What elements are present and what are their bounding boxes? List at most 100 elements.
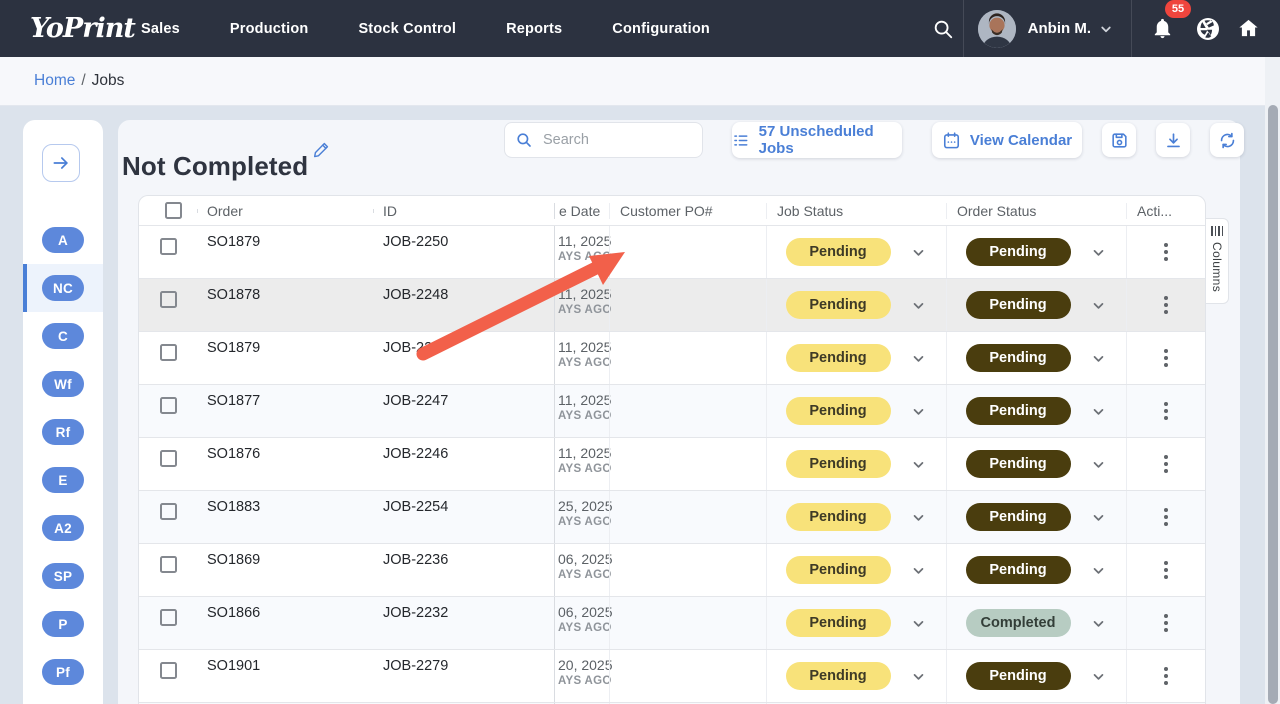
notifications-bell-icon[interactable]: 55 — [1142, 9, 1182, 49]
chevron-down-icon[interactable] — [909, 614, 928, 633]
row-checkbox[interactable] — [160, 662, 177, 679]
row-actions-kebab-icon[interactable] — [1158, 502, 1174, 532]
row-checkbox[interactable] — [160, 344, 177, 361]
nav-item-sales[interactable]: Sales — [141, 21, 180, 37]
scrollbar-thumb[interactable] — [1268, 105, 1278, 704]
order-status-pill[interactable]: Pending — [966, 238, 1071, 266]
table-row[interactable]: SO1879 JOB-2250 11, 2025 AYS AGO Pending… — [139, 226, 1205, 279]
row-actions-kebab-icon[interactable] — [1158, 237, 1174, 267]
row-actions-kebab-icon[interactable] — [1158, 396, 1174, 426]
table-row[interactable]: SO1876 JOB-2246 11, 2025 AYS AGO Pending… — [139, 438, 1205, 491]
job-status-pill[interactable]: Pending — [786, 291, 891, 319]
sidebar-view-nc[interactable]: NC — [23, 264, 103, 312]
chevron-down-icon[interactable] — [1089, 402, 1108, 421]
row-actions-kebab-icon[interactable] — [1158, 661, 1174, 691]
table-row[interactable]: SO1883 JOB-2254 25, 2025 AYS AGO Pending… — [139, 491, 1205, 544]
chevron-down-icon[interactable] — [1089, 243, 1108, 262]
order-status-pill[interactable]: Pending — [966, 291, 1071, 319]
order-status-pill[interactable]: Pending — [966, 662, 1071, 690]
row-actions-kebab-icon[interactable] — [1158, 343, 1174, 373]
refresh-button[interactable] — [1210, 123, 1244, 157]
sidebar-view-c[interactable]: C — [23, 312, 103, 360]
sidebar-view-e[interactable]: E — [23, 456, 103, 504]
order-status-pill[interactable]: Pending — [966, 556, 1071, 584]
order-status-pill[interactable]: Pending — [966, 397, 1071, 425]
chevron-down-icon[interactable] — [1089, 296, 1108, 315]
home-icon[interactable] — [1228, 9, 1268, 49]
nav-item-stock-control[interactable]: Stock Control — [358, 21, 456, 37]
nav-item-configuration[interactable]: Configuration — [612, 21, 710, 37]
chevron-down-icon[interactable] — [909, 455, 928, 474]
chevron-down-icon[interactable] — [909, 508, 928, 527]
row-checkbox[interactable] — [160, 450, 177, 467]
select-all-checkbox[interactable] — [165, 202, 182, 219]
row-actions-kebab-icon[interactable] — [1158, 555, 1174, 585]
order-status-pill[interactable]: Pending — [966, 344, 1071, 372]
columns-tab[interactable]: Columns — [1206, 218, 1229, 304]
sidebar-view-sp[interactable]: SP — [23, 552, 103, 600]
job-status-cell: Pending — [766, 438, 946, 490]
sidebar-view-rf[interactable]: Rf — [23, 408, 103, 456]
chevron-down-icon[interactable] — [1089, 508, 1108, 527]
aperture-icon[interactable] — [1188, 9, 1228, 49]
job-status-pill[interactable]: Pending — [786, 397, 891, 425]
chevron-down-icon[interactable] — [909, 349, 928, 368]
chevron-down-icon[interactable] — [1089, 561, 1108, 580]
row-actions-kebab-icon[interactable] — [1158, 449, 1174, 479]
job-status-pill[interactable]: Pending — [786, 238, 891, 266]
table-row[interactable]: SO1866 JOB-2232 06, 2025 AYS AGO Pending… — [139, 597, 1205, 650]
search-input[interactable] — [541, 131, 732, 149]
chevron-down-icon[interactable] — [1089, 455, 1108, 474]
row-checkbox[interactable] — [160, 291, 177, 308]
chevron-down-icon[interactable] — [1089, 614, 1108, 633]
order-status-pill[interactable]: Pending — [966, 503, 1071, 531]
sidebar-view-a2[interactable]: A2 — [23, 504, 103, 552]
view-calendar-button[interactable]: View Calendar — [932, 122, 1082, 158]
table-row[interactable]: SO1879 JOB-22 11, 2025 AYS AGO Pending P… — [139, 332, 1205, 385]
export-download-button[interactable] — [1156, 123, 1190, 157]
job-status-pill[interactable]: Pending — [786, 609, 891, 637]
job-status-pill[interactable]: Pending — [786, 344, 891, 372]
chevron-down-icon[interactable] — [909, 402, 928, 421]
row-checkbox[interactable] — [160, 609, 177, 626]
sidebar-view-a[interactable]: A — [23, 216, 103, 264]
nav-item-reports[interactable]: Reports — [506, 21, 562, 37]
breadcrumb-home-link[interactable]: Home — [34, 72, 75, 90]
chevron-down-icon[interactable] — [909, 243, 928, 262]
table-row[interactable]: SO1877 JOB-2247 11, 2025 AYS AGO Pending… — [139, 385, 1205, 438]
sidebar-view-pf[interactable]: Pf — [23, 648, 103, 696]
job-status-pill[interactable]: Pending — [786, 503, 891, 531]
job-status-pill[interactable]: Pending — [786, 556, 891, 584]
unscheduled-jobs-button[interactable]: 57 Unscheduled Jobs — [732, 122, 902, 158]
row-checkbox[interactable] — [160, 238, 177, 255]
order-status-pill[interactable]: Pending — [966, 450, 1071, 478]
row-checkbox[interactable] — [160, 556, 177, 573]
user-name[interactable]: Anbin M. — [1028, 20, 1091, 37]
job-status-pill[interactable]: Pending — [786, 662, 891, 690]
row-checkbox[interactable] — [160, 397, 177, 414]
nav-item-production[interactable]: Production — [230, 21, 309, 37]
yoprint-logo[interactable]: YoPrint — [30, 13, 125, 44]
chevron-down-icon[interactable] — [909, 561, 928, 580]
table-row[interactable]: SO1901 JOB-2279 20, 2025 AYS AGO Pending… — [139, 650, 1205, 703]
table-row[interactable]: SO1869 JOB-2236 06, 2025 AYS AGO Pending… — [139, 544, 1205, 597]
table-row[interactable]: SO1878 JOB-2248 11, 2025 AYS AGO Pending… — [139, 279, 1205, 332]
chevron-down-icon[interactable] — [1089, 349, 1108, 368]
avatar[interactable] — [978, 10, 1016, 48]
search-icon[interactable] — [923, 9, 963, 49]
sidebar-view-p[interactable]: P — [23, 600, 103, 648]
chevron-down-icon[interactable] — [1089, 667, 1108, 686]
sidebar-view-wf[interactable]: Wf — [23, 360, 103, 408]
row-actions-kebab-icon[interactable] — [1158, 608, 1174, 638]
job-status-pill[interactable]: Pending — [786, 450, 891, 478]
chevron-down-icon[interactable] — [909, 667, 928, 686]
save-view-button[interactable] — [1102, 123, 1136, 157]
edit-title-pencil-icon[interactable] — [312, 140, 331, 159]
user-menu-chevron-icon[interactable] — [1097, 20, 1115, 38]
order-status-pill[interactable]: Completed — [966, 609, 1071, 637]
chevron-down-icon[interactable] — [909, 296, 928, 315]
calendar-icon — [942, 131, 961, 150]
sidebar-expand-button[interactable] — [42, 144, 80, 182]
row-checkbox[interactable] — [160, 503, 177, 520]
row-actions-kebab-icon[interactable] — [1158, 290, 1174, 320]
